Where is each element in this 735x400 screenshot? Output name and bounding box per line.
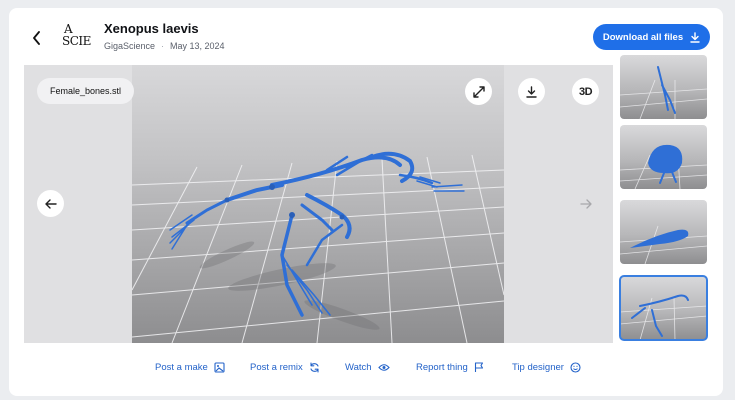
publisher-link[interactable]: GigaScience	[104, 41, 155, 51]
download-icon	[526, 85, 537, 98]
model-render-image	[132, 65, 504, 343]
publisher-logo: A SCIE	[60, 22, 94, 52]
back-button[interactable]	[27, 28, 47, 48]
thumbnail-image	[620, 294, 707, 340]
view-3d-label: 3D	[578, 85, 593, 98]
view-3d-button[interactable]: 3D	[572, 78, 599, 105]
thumbnail-3[interactable]	[620, 200, 707, 264]
download-all-button[interactable]: Download all files	[593, 24, 710, 50]
expand-icon	[472, 85, 485, 98]
thing-meta: GigaScience · May 13, 2024	[104, 41, 225, 51]
model-viewer[interactable]: Female_bones.stl 3D	[24, 65, 613, 343]
previous-image-button[interactable]	[37, 190, 64, 217]
post-remix-label: Post a remix	[250, 362, 303, 373]
publish-date: May 13, 2024	[170, 41, 225, 51]
tip-label: Tip designer	[512, 362, 564, 373]
download-icon	[690, 31, 700, 43]
download-all-label: Download all files	[602, 31, 684, 43]
file-name-badge: Female_bones.stl	[37, 78, 135, 104]
tip-designer-button[interactable]: Tip designer	[512, 362, 581, 373]
thing-actions: Post a make Post a remix Watch Report th…	[0, 362, 735, 378]
model-render	[132, 65, 504, 343]
eye-icon	[377, 364, 390, 371]
watch-button[interactable]: Watch	[345, 362, 390, 373]
thumbnail-1[interactable]	[620, 55, 707, 119]
download-file-button[interactable]	[518, 78, 545, 105]
post-make-label: Post a make	[155, 362, 208, 373]
refresh-icon	[310, 362, 319, 373]
thumbnail-image	[620, 225, 707, 264]
flag-icon	[474, 362, 483, 372]
arrow-right-icon	[580, 199, 592, 209]
image-icon	[214, 362, 225, 373]
smile-icon	[570, 362, 581, 373]
thumbnail-image	[620, 144, 707, 189]
logo-text-bottom: SCIE	[62, 34, 91, 48]
arrow-left-icon	[44, 198, 57, 209]
thumbnail-2[interactable]	[620, 125, 707, 189]
watch-label: Watch	[345, 362, 372, 373]
thumbnail-4[interactable]	[619, 275, 708, 341]
post-remix-button[interactable]: Post a remix	[250, 362, 320, 373]
report-thing-button[interactable]: Report thing	[416, 362, 484, 373]
fullscreen-button[interactable]	[465, 78, 492, 105]
report-label: Report thing	[416, 362, 468, 373]
thumbnail-image	[620, 66, 707, 119]
next-image-button[interactable]	[577, 195, 595, 213]
post-make-button[interactable]: Post a make	[155, 362, 225, 373]
meta-separator: ·	[161, 41, 165, 51]
page-title: Xenopus laevis	[104, 21, 199, 36]
chevron-left-icon	[33, 31, 40, 45]
